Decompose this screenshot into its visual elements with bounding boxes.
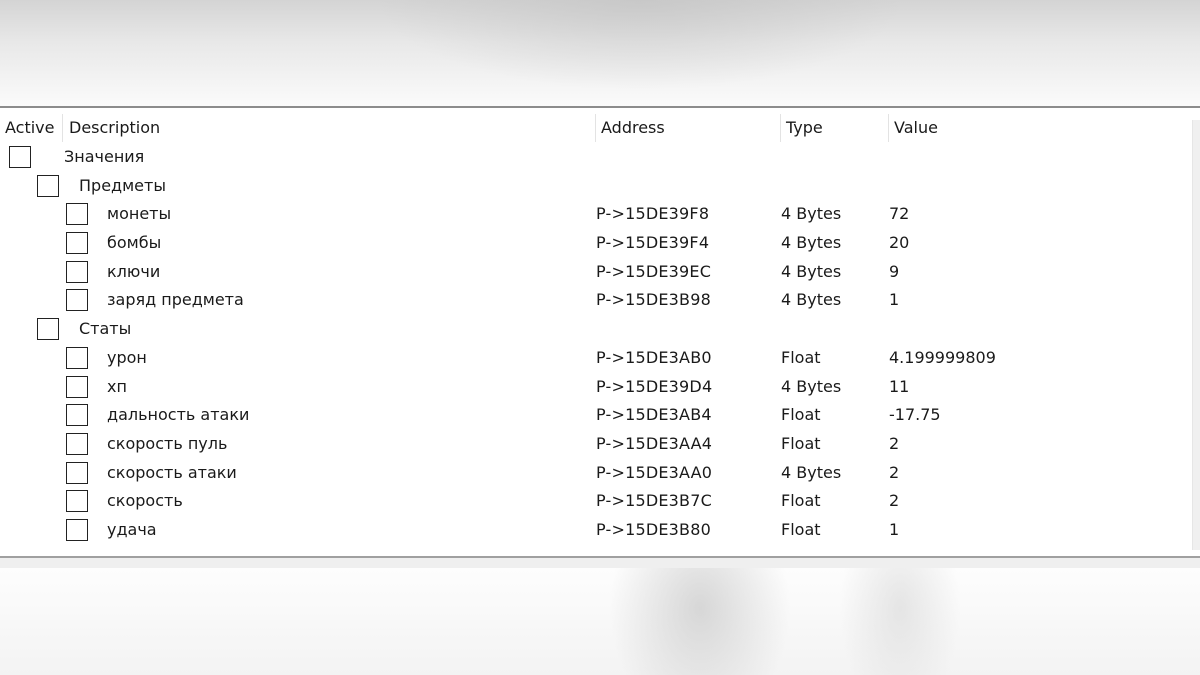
row-description: Значения: [64, 147, 145, 166]
row-description: Статы: [79, 319, 132, 339]
row-address: P->15DE3AB4: [596, 405, 712, 425]
table-row[interactable]: скорость пуль P->15DE3AA4 Float 2: [0, 431, 1192, 460]
row-description: монеты: [107, 204, 172, 224]
vertical-scrollbar[interactable]: [1192, 120, 1200, 550]
row-value[interactable]: 20: [889, 230, 909, 256]
row-description: урон: [107, 347, 147, 367]
row-type: Float: [781, 347, 821, 367]
row-description: дальность атаки: [107, 405, 250, 425]
active-checkbox[interactable]: [37, 174, 59, 197]
row-description: бомбы: [107, 233, 162, 253]
row-type: Float: [781, 405, 821, 425]
table-row[interactable]: удача P->15DE3B80 Float 1: [0, 517, 1192, 546]
row-address: P->15DE3AA0: [596, 462, 713, 482]
row-address: P->15DE3B98: [596, 290, 711, 310]
cheat-table-panel: Active Description Address Type Value Зн…: [0, 106, 1200, 558]
active-checkbox[interactable]: [66, 518, 88, 541]
table-row[interactable]: заряд предмета P->15DE3B98 4 Bytes 1: [0, 287, 1192, 316]
row-value[interactable]: 11: [889, 374, 909, 400]
background-bottom: [0, 568, 1200, 675]
active-checkbox[interactable]: [66, 232, 88, 255]
row-value[interactable]: 2: [889, 488, 899, 514]
row-address: P->15DE39D4: [596, 376, 713, 396]
row-description: скорость: [107, 491, 183, 511]
row-type: 4 Bytes: [781, 462, 842, 482]
row-description: скорость атаки: [107, 462, 237, 482]
row-description: хп: [107, 376, 127, 396]
panel-bottom-strip: [0, 558, 1200, 568]
table-group-row[interactable]: Статы: [0, 316, 1192, 345]
table-row[interactable]: монеты P->15DE39F8 4 Bytes 72: [0, 201, 1192, 230]
row-address: P->15DE3B7C: [596, 491, 712, 511]
active-checkbox[interactable]: [66, 432, 88, 455]
column-header-active[interactable]: Active: [0, 114, 62, 142]
table-row[interactable]: дальность атаки P->15DE3AB4 Float -17.75: [0, 402, 1192, 431]
table-header: Active Description Address Type Value: [0, 114, 1192, 142]
table-row[interactable]: скорость P->15DE3B7C Float 2: [0, 488, 1192, 517]
row-type: 4 Bytes: [781, 261, 842, 281]
row-description: скорость пуль: [107, 433, 228, 453]
row-type: Float: [781, 519, 821, 539]
table-row[interactable]: урон P->15DE3AB0 Float 4.199999809: [0, 345, 1192, 374]
table-row[interactable]: хп P->15DE39D4 4 Bytes 11: [0, 374, 1192, 403]
row-value[interactable]: 1: [889, 517, 899, 543]
row-description: Предметы: [79, 175, 166, 195]
column-header-type[interactable]: Type: [780, 114, 888, 142]
active-checkbox[interactable]: [9, 146, 31, 168]
row-type: 4 Bytes: [781, 233, 842, 253]
row-value[interactable]: 4.199999809: [889, 345, 996, 371]
row-value[interactable]: 2: [889, 460, 899, 486]
row-type: 4 Bytes: [781, 376, 842, 396]
active-checkbox[interactable]: [66, 404, 88, 427]
table-group-row[interactable]: Предметы: [0, 173, 1192, 202]
active-checkbox[interactable]: [66, 260, 88, 283]
row-type: 4 Bytes: [781, 204, 842, 224]
row-description: удача: [107, 519, 157, 539]
row-address: P->15DE39EC: [596, 261, 712, 281]
row-address: P->15DE3B80: [596, 519, 711, 539]
column-header-value[interactable]: Value: [888, 114, 1192, 142]
column-header-description[interactable]: Description: [62, 114, 595, 142]
row-description: ключи: [107, 261, 161, 281]
active-checkbox[interactable]: [37, 318, 59, 341]
row-type: Float: [781, 433, 821, 453]
active-checkbox[interactable]: [66, 461, 88, 484]
row-value[interactable]: 2: [889, 431, 899, 457]
row-address: P->15DE39F4: [596, 233, 710, 253]
row-address: P->15DE39F8: [596, 204, 710, 224]
column-header-address[interactable]: Address: [595, 114, 780, 142]
table-row[interactable]: ключи P->15DE39EC 4 Bytes 9: [0, 259, 1192, 288]
table-row[interactable]: скорость атаки P->15DE3AA0 4 Bytes 2: [0, 460, 1192, 489]
active-checkbox[interactable]: [66, 375, 88, 398]
active-checkbox[interactable]: [66, 203, 88, 226]
row-type: 4 Bytes: [781, 290, 842, 310]
active-checkbox[interactable]: [66, 346, 88, 369]
active-checkbox[interactable]: [66, 289, 88, 312]
row-address: P->15DE3AB0: [596, 347, 712, 367]
active-checkbox[interactable]: [66, 490, 88, 513]
row-type: Float: [781, 491, 821, 511]
row-value[interactable]: 9: [889, 259, 899, 285]
table-group-row[interactable]: Значения: [0, 144, 1192, 173]
table-row[interactable]: бомбы P->15DE39F4 4 Bytes 20: [0, 230, 1192, 259]
row-description: заряд предмета: [107, 290, 244, 310]
row-value[interactable]: -17.75: [889, 402, 941, 428]
row-value[interactable]: 72: [889, 201, 909, 227]
table-body: Значения Предметы монеты P->15DE39F8 4 Bytes…: [0, 144, 1192, 546]
background-top: [0, 0, 1200, 106]
row-address: P->15DE3AA4: [596, 433, 713, 453]
row-value[interactable]: 1: [889, 287, 899, 313]
